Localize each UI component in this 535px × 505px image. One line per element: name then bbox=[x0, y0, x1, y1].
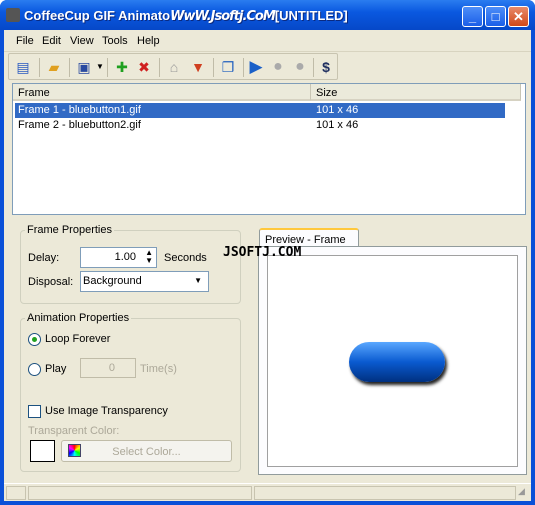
palette-icon bbox=[68, 444, 81, 457]
frame-list[interactable]: Frame Size Frame 1 - bluebutton1.gif 101 … bbox=[12, 83, 526, 215]
loop-forever-label[interactable]: Loop Forever bbox=[45, 333, 110, 345]
play-times-input[interactable]: 0 bbox=[80, 358, 136, 378]
status-pane bbox=[28, 486, 252, 500]
frame-name: Frame 2 - bluebutton2.gif bbox=[18, 119, 141, 131]
pause-icon[interactable]: ● bbox=[269, 58, 287, 76]
preview-canvas bbox=[267, 255, 518, 467]
title-text: CoffeeCup GIF Animato bbox=[24, 8, 171, 23]
delete-frame-icon[interactable]: ✖ bbox=[135, 58, 153, 76]
maximize-button[interactable]: □ bbox=[485, 6, 506, 27]
play-icon[interactable]: ▶ bbox=[247, 58, 265, 76]
menu-edit[interactable]: Edit bbox=[42, 35, 61, 47]
disposal-label: Disposal: bbox=[28, 276, 74, 288]
status-pane bbox=[254, 486, 516, 500]
times-label: Time(s) bbox=[140, 363, 177, 375]
minimize-button[interactable]: _ bbox=[462, 6, 483, 27]
preview-image bbox=[349, 342, 445, 382]
seconds-label: Seconds bbox=[164, 252, 207, 264]
column-header-frame[interactable]: Frame bbox=[13, 84, 311, 101]
separator bbox=[159, 58, 160, 77]
separator bbox=[69, 58, 70, 77]
close-button[interactable]: ✕ bbox=[508, 6, 529, 27]
menu-view[interactable]: View bbox=[70, 35, 94, 47]
windows-icon[interactable]: ❐ bbox=[219, 58, 237, 76]
use-transparency-checkbox[interactable] bbox=[28, 405, 41, 418]
title-document: [UNTITLED] bbox=[274, 8, 348, 23]
delay-input[interactable]: 1.00 ▲ ▼ bbox=[80, 247, 157, 268]
app-window: CoffeeCup GIF AnimatoWwW.Jsoftj.CoM[UNTI… bbox=[0, 0, 535, 505]
chevron-down-icon: ▼ bbox=[194, 276, 202, 285]
preview-panel bbox=[258, 246, 527, 475]
spinner-icon[interactable]: ▲ ▼ bbox=[145, 249, 153, 265]
watermark: JSOFTJ.COM bbox=[223, 245, 302, 260]
frame-name: Frame 1 - bluebutton1.gif bbox=[18, 104, 141, 116]
delay-label: Delay: bbox=[28, 252, 60, 264]
play-times-value: 0 bbox=[108, 362, 115, 374]
group-title: Animation Properties bbox=[27, 312, 130, 324]
loop-forever-radio[interactable] bbox=[28, 333, 41, 346]
play-radio[interactable] bbox=[28, 363, 41, 376]
status-bar: ◢ bbox=[4, 483, 531, 501]
use-transparency-label[interactable]: Use Image Transparency bbox=[45, 405, 168, 417]
resize-grip-icon[interactable]: ◢ bbox=[518, 486, 530, 500]
table-row[interactable]: Frame 1 - bluebutton1.gif 101 x 46 bbox=[15, 103, 505, 118]
frame-size: 101 x 46 bbox=[316, 104, 359, 116]
separator bbox=[107, 58, 108, 77]
transparent-color-label: Transparent Color: bbox=[28, 425, 120, 437]
home-icon[interactable]: ⌂ bbox=[165, 58, 183, 76]
group-title: Frame Properties bbox=[27, 224, 112, 236]
select-color-label: Select Color... bbox=[112, 446, 181, 458]
separator bbox=[213, 58, 214, 77]
color-swatch[interactable] bbox=[30, 440, 55, 462]
window-title: CoffeeCup GIF AnimatoWwW.Jsoftj.CoM[UNTI… bbox=[24, 8, 348, 24]
disposal-value: Background bbox=[83, 275, 142, 287]
select-color-button[interactable]: Select Color... bbox=[61, 440, 232, 462]
add-frame-icon[interactable]: ✚ bbox=[113, 58, 131, 76]
title-watermark: WwW.Jsoftj.CoM bbox=[170, 9, 276, 24]
rewind-icon[interactable]: ● bbox=[291, 58, 309, 76]
title-bar: CoffeeCup GIF AnimatoWwW.Jsoftj.CoM[UNTI… bbox=[0, 0, 535, 30]
disposal-select[interactable]: Background ▼ bbox=[80, 271, 209, 292]
dollar-icon[interactable]: $ bbox=[317, 58, 335, 76]
menu-bar: File Edit View Tools Help bbox=[4, 30, 531, 52]
separator bbox=[243, 58, 244, 77]
play-label[interactable]: Play bbox=[45, 363, 66, 375]
frame-size: 101 x 46 bbox=[316, 119, 359, 131]
delay-value: 1.00 bbox=[114, 251, 136, 263]
status-pane bbox=[6, 486, 26, 500]
app-icon[interactable] bbox=[6, 8, 20, 22]
menu-help[interactable]: Help bbox=[137, 35, 160, 47]
separator bbox=[39, 58, 40, 77]
client-area: File Edit View Tools Help ▤ ▰ ▣ ▼ ✚ ✖ ⌂ … bbox=[4, 30, 531, 501]
import-icon[interactable]: ▼ bbox=[189, 58, 207, 76]
menu-file[interactable]: File bbox=[16, 35, 34, 47]
column-header-size[interactable]: Size bbox=[311, 84, 521, 101]
table-row[interactable]: Frame 2 - bluebutton2.gif 101 x 46 bbox=[15, 118, 505, 133]
open-icon[interactable]: ▰ bbox=[45, 58, 63, 76]
new-icon[interactable]: ▤ bbox=[14, 58, 32, 76]
toolbar: ▤ ▰ ▣ ▼ ✚ ✖ ⌂ ▼ ❐ ▶ ● ● $ bbox=[8, 53, 338, 80]
menu-tools[interactable]: Tools bbox=[102, 35, 128, 47]
separator bbox=[313, 58, 314, 77]
